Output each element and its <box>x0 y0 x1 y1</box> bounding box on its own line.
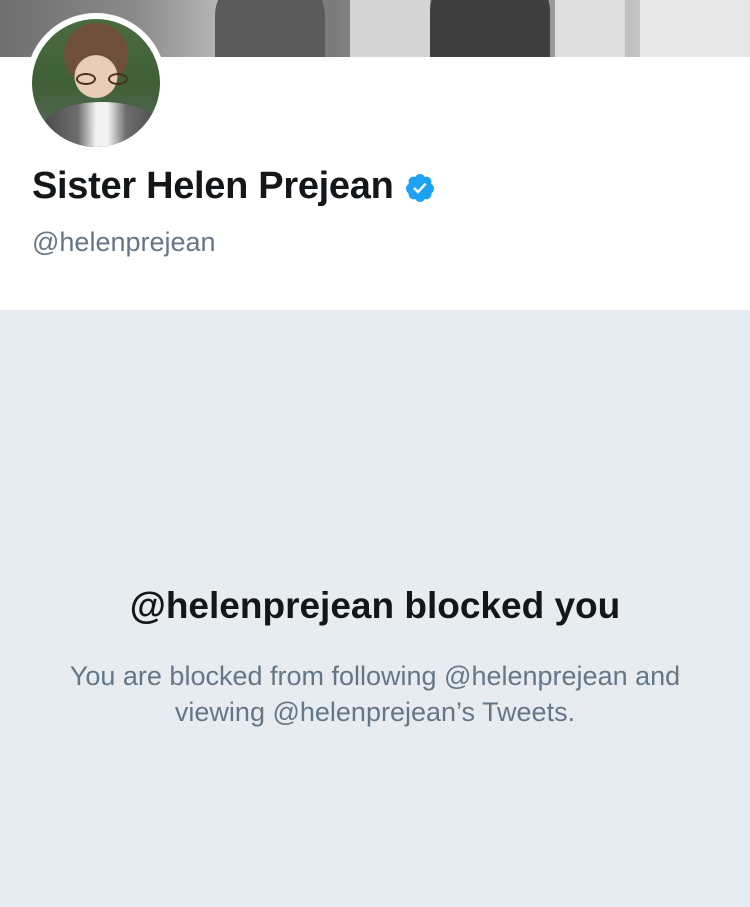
avatar[interactable] <box>26 13 166 153</box>
banner-shape <box>430 0 550 57</box>
banner-shape <box>350 0 430 57</box>
banner-shape <box>555 0 625 57</box>
profile-handle: @helenprejean <box>32 227 216 257</box>
avatar-shoulders <box>42 102 160 147</box>
blocked-description: You are blocked from following @helenpre… <box>69 661 681 727</box>
verified-badge-icon <box>404 172 436 204</box>
avatar-glasses <box>76 73 128 87</box>
banner-shape <box>215 0 325 57</box>
profile-header: Sister Helen Prejean @helenprejean <box>0 13 750 310</box>
blocked-notice: @helenprejean blocked you You are blocke… <box>0 310 750 907</box>
banner-shape <box>640 0 750 57</box>
blocked-title: @helenprejean blocked you <box>129 585 621 626</box>
name-row: Sister Helen Prejean <box>32 165 436 208</box>
display-name: Sister Helen Prejean <box>32 165 394 207</box>
